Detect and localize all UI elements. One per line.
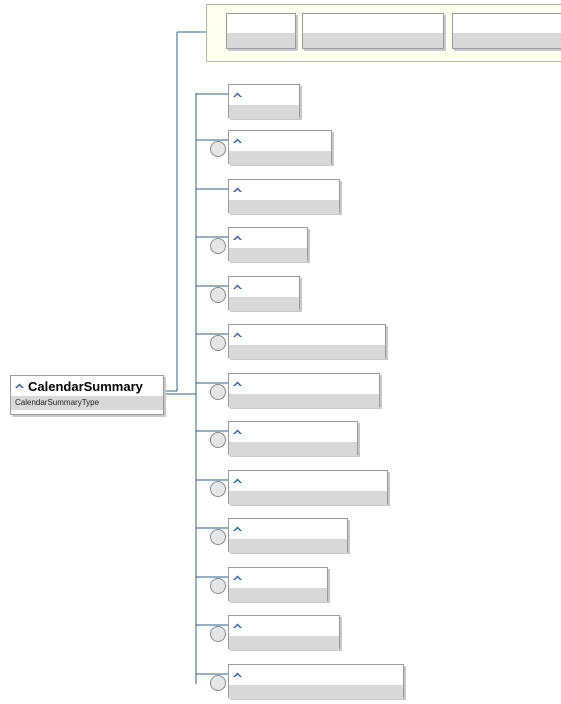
- optional-icon: [210, 481, 226, 497]
- element-local-id[interactable]: [228, 84, 300, 119]
- element-type: [229, 345, 385, 359]
- element-type: [229, 297, 299, 311]
- element-icon: [233, 138, 242, 144]
- element-icon: [233, 672, 242, 678]
- element-type: [229, 248, 307, 262]
- root-element-name: CalendarSummary: [28, 378, 143, 394]
- root-element-type: CalendarSummaryType: [11, 396, 163, 410]
- element-sif-extended-elements[interactable]: [228, 664, 404, 699]
- attribute-school-year[interactable]: [452, 13, 561, 49]
- element-minutes-per-day[interactable]: [228, 518, 348, 553]
- schema-diagram: CalendarSummary CalendarSummaryType: [0, 0, 561, 704]
- attribute-type: [227, 33, 295, 48]
- optional-icon: [210, 675, 226, 691]
- element-last-instruction-date[interactable]: [228, 373, 380, 408]
- element-type: [229, 685, 403, 699]
- element-type: [229, 394, 379, 408]
- element-icon: [233, 575, 242, 581]
- element-icon: [233, 92, 242, 98]
- element-type: [229, 539, 347, 553]
- element-icon: [233, 284, 242, 290]
- element-icon: [15, 383, 24, 389]
- element-sif-metadata[interactable]: [228, 615, 340, 650]
- optional-icon: [210, 384, 226, 400]
- element-icon: [233, 187, 242, 193]
- root-element-calendarsummary[interactable]: CalendarSummary CalendarSummaryType: [10, 375, 164, 415]
- element-days-in-session[interactable]: [228, 179, 340, 214]
- element-type: [229, 442, 357, 456]
- optional-icon: [210, 626, 226, 642]
- attribute-type: [303, 33, 443, 48]
- element-description[interactable]: [228, 130, 332, 165]
- attribute-ref-id[interactable]: [226, 13, 296, 49]
- element-icon: [233, 429, 242, 435]
- optional-icon: [210, 141, 226, 157]
- optional-icon: [210, 578, 226, 594]
- attribute-type: [453, 33, 561, 48]
- element-type: [229, 151, 331, 165]
- attribute-school-info-ref-id[interactable]: [302, 13, 444, 49]
- element-icon: [233, 526, 242, 532]
- element-type: [229, 105, 299, 119]
- element-icon: [233, 623, 242, 629]
- element-grade-levels[interactable]: [228, 567, 328, 602]
- optional-icon: [210, 335, 226, 351]
- element-type: [229, 588, 327, 602]
- element-type: [229, 491, 387, 505]
- optional-icon: [210, 432, 226, 448]
- optional-icon: [210, 287, 226, 303]
- element-start-date[interactable]: [228, 227, 308, 262]
- element-icon: [233, 235, 242, 241]
- element-graduation-date[interactable]: [228, 421, 358, 456]
- element-icon: [233, 332, 242, 338]
- element-first-instruction-date[interactable]: [228, 324, 386, 359]
- element-instructional-minutes[interactable]: [228, 470, 388, 505]
- element-icon: [233, 381, 242, 387]
- element-end-date[interactable]: [228, 276, 300, 311]
- optional-icon: [210, 529, 226, 545]
- optional-icon: [210, 238, 226, 254]
- element-icon: [233, 478, 242, 484]
- element-type: [229, 200, 339, 214]
- element-type: [229, 636, 339, 650]
